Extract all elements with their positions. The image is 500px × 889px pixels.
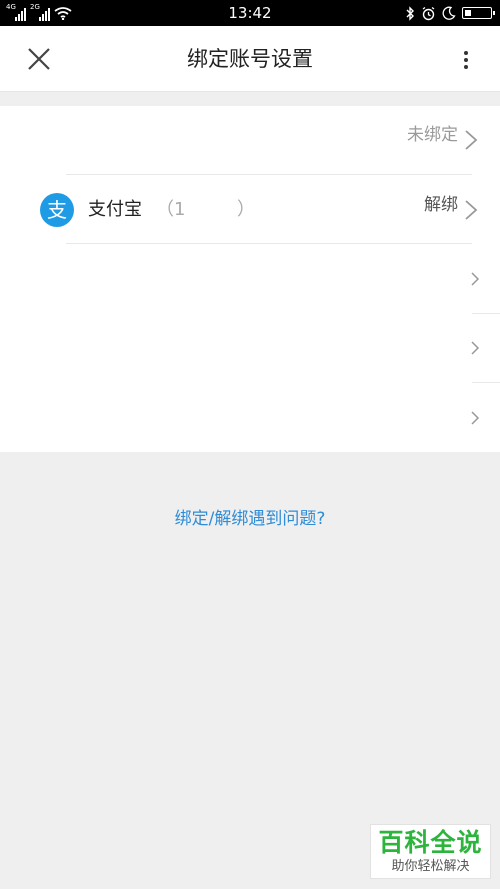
status-right-icons bbox=[405, 4, 495, 22]
alipay-icon: 支 bbox=[40, 193, 74, 227]
row-status: 未绑定 bbox=[407, 125, 458, 145]
chevron-right-icon bbox=[471, 341, 480, 355]
chevron-right-icon bbox=[471, 411, 480, 425]
alarm-icon bbox=[422, 6, 435, 20]
list-item-unbound[interactable]: 未绑定 bbox=[0, 106, 500, 175]
alipay-account: （1 ） bbox=[156, 199, 255, 220]
list-item[interactable] bbox=[0, 244, 500, 313]
list-item-alipay[interactable]: 支 支付宝 （1 ） 解绑 bbox=[0, 175, 500, 244]
watermark-title: 百科全说 bbox=[378, 828, 483, 857]
app-bar: 绑定账号设置 bbox=[0, 26, 500, 92]
battery-icon bbox=[462, 7, 495, 19]
chevron-right-icon bbox=[465, 200, 478, 220]
watermark-subtitle: 助你轻松解决 bbox=[391, 859, 470, 874]
status-bar: 4G 2G 13:42 bbox=[0, 0, 500, 26]
bluetooth-icon bbox=[406, 5, 414, 21]
more-button[interactable] bbox=[456, 48, 476, 72]
chevron-right-icon bbox=[465, 130, 478, 150]
moon-icon bbox=[442, 6, 456, 20]
help-link[interactable]: 绑定/解绑遇到问题? bbox=[0, 507, 500, 531]
page-title: 绑定账号设置 bbox=[187, 47, 313, 71]
list-item[interactable] bbox=[0, 382, 500, 451]
unbind-button[interactable]: 解绑 bbox=[424, 194, 458, 216]
alipay-label: 支付宝 bbox=[88, 199, 142, 220]
list-item[interactable] bbox=[0, 313, 500, 382]
binding-list: 未绑定 支 支付宝 （1 ） 解绑 bbox=[0, 106, 500, 452]
more-icon bbox=[464, 51, 468, 55]
chevron-right-icon bbox=[471, 272, 480, 286]
watermark-logo: 百科全说 助你轻松解决 bbox=[370, 824, 491, 879]
